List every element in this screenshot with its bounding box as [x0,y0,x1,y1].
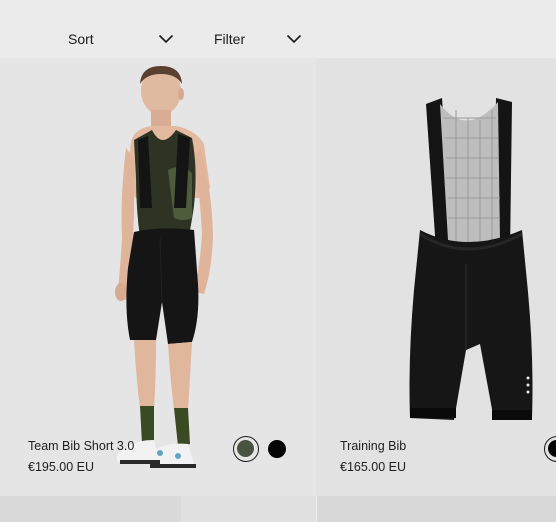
product-price: €195.00 EU [28,460,95,474]
black-swatch-fill [548,440,556,457]
product-card-next-row[interactable] [317,496,556,522]
filter-dropdown[interactable]: Filter [214,30,304,48]
product-card-training-bib[interactable]: Training Bib €165.00 EU [316,58,556,496]
color-swatch-black[interactable] [268,440,286,458]
product-card-next-row[interactable] [0,496,316,522]
training-bib-product-image [409,98,533,420]
filter-label: Filter [214,31,246,47]
product-name[interactable]: Team Bib Short 3.0 [28,439,134,453]
product-name[interactable]: Training Bib [340,439,406,453]
color-swatch-olive[interactable] [233,436,259,462]
product-card-team-bib-short[interactable]: Team Bib Short 3.0 €195.00 EU [0,58,316,496]
chevron-down-icon [158,34,174,44]
product-price: €165.00 EU [340,460,407,474]
model-wearing-bib-short-image [115,66,213,468]
sort-dropdown[interactable]: Sort [68,30,176,48]
olive-swatch-fill [237,440,254,457]
toolbar: Sort Filter [0,0,556,58]
sort-label: Sort [68,31,94,47]
card-image-area [181,496,316,522]
chevron-down-icon [286,34,302,44]
